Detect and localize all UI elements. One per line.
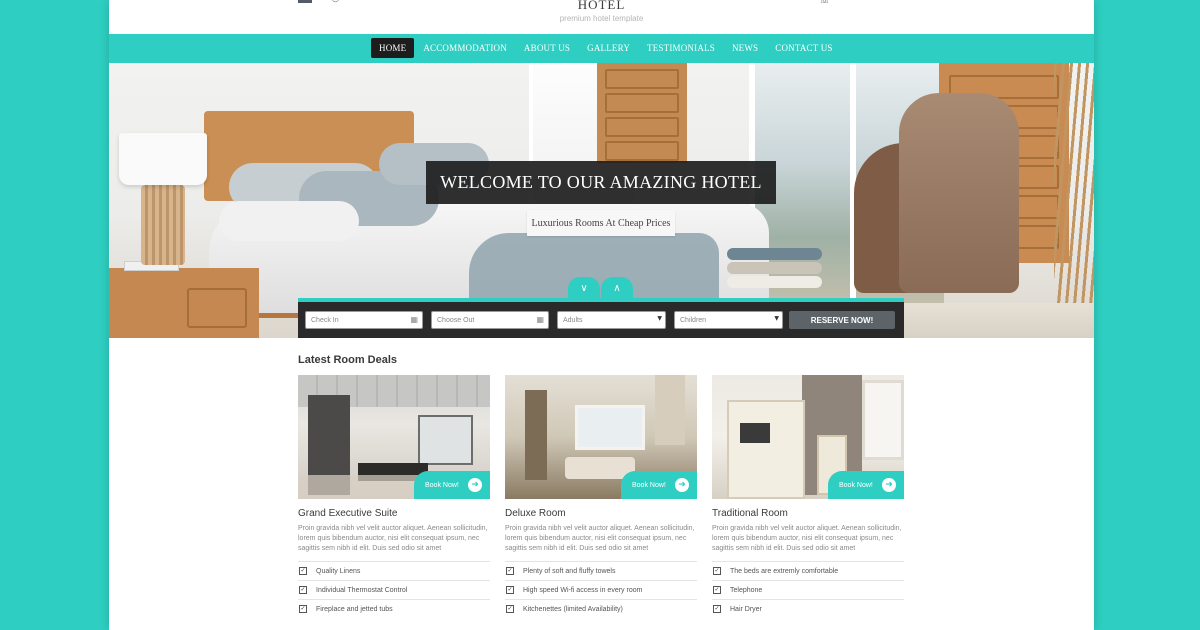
room-description: Proin gravida nibh vel velit auctor aliq… bbox=[505, 525, 695, 552]
hero-title: WELCOME TO OUR AMAZING HOTEL bbox=[426, 161, 776, 204]
room-card: Book Now! ➜ Grand Executive Suite Proin … bbox=[298, 375, 490, 618]
nav-item-home[interactable]: HOME bbox=[371, 38, 415, 58]
book-now-label: Book Now! bbox=[425, 481, 459, 489]
feature-label: Quality Linens bbox=[316, 567, 361, 575]
adults-select[interactable]: Adults ▼ bbox=[557, 311, 666, 329]
nav-item-about-us[interactable]: ABOUT US bbox=[516, 38, 578, 58]
room-card: Book Now! ➜ Traditional Room Proin gravi… bbox=[712, 375, 904, 618]
feature-label: The beds are extremly comfortable bbox=[730, 567, 839, 575]
nav-item-testimonials[interactable]: TESTIMONIALS bbox=[639, 38, 723, 58]
room-image[interactable]: Book Now! ➜ bbox=[298, 375, 490, 499]
arrow-right-icon: ➜ bbox=[468, 478, 482, 492]
hero-slider: WELCOME TO OUR AMAZING HOTEL Luxurious R… bbox=[109, 63, 1094, 338]
room-name[interactable]: Deluxe Room bbox=[505, 508, 697, 519]
calendar-icon[interactable]: ▦ bbox=[536, 315, 544, 324]
feature-item: ✓ High speed Wi-fi access in every room bbox=[505, 580, 697, 599]
feature-list: ✓ Plenty of soft and fluffy towels ✓ High … bbox=[505, 561, 697, 618]
feature-item: ✓ Quality Linens bbox=[298, 561, 490, 580]
chevron-down-icon[interactable]: ∨ bbox=[568, 277, 600, 299]
phone-icon: ☏ bbox=[819, 0, 831, 6]
feature-list: ✓ Quality Linens ✓ Individual Thermostat C… bbox=[298, 561, 490, 618]
checkbox-icon: ✓ bbox=[299, 605, 307, 613]
feature-label: Individual Thermostat Control bbox=[316, 586, 408, 594]
chevron-down-icon: ▼ bbox=[774, 315, 779, 322]
checkbox-icon: ✓ bbox=[299, 586, 307, 594]
feature-label: Fireplace and jetted tubs bbox=[316, 605, 393, 613]
room-image[interactable]: Book Now! ➜ bbox=[505, 375, 697, 499]
reserve-now-button[interactable]: RESERVE NOW! bbox=[789, 311, 895, 329]
main-nav: HOME ACCOMMODATION ABOUT US GALLERY TEST… bbox=[109, 34, 1094, 63]
feature-label: Hair Dryer bbox=[730, 605, 762, 613]
feature-label: Kitchenettes (limited Availability) bbox=[523, 605, 623, 613]
room-description: Proin gravida nibh vel velit auctor aliq… bbox=[712, 525, 902, 552]
children-select-value: Children bbox=[680, 316, 707, 324]
checkbox-icon: ✓ bbox=[506, 586, 514, 594]
nav-item-contact-us[interactable]: CONTACT US bbox=[767, 38, 840, 58]
nav-item-news[interactable]: NEWS bbox=[724, 38, 766, 58]
nav-item-gallery[interactable]: GALLERY bbox=[579, 38, 638, 58]
logo-subtitle: premium hotel template bbox=[559, 14, 644, 23]
checkbox-icon: ✓ bbox=[713, 605, 721, 613]
book-now-label: Book Now! bbox=[839, 481, 873, 489]
feature-label: Plenty of soft and fluffy towels bbox=[523, 567, 616, 575]
checkbox-icon: ✓ bbox=[506, 567, 514, 575]
booking-form: Check In ▦ Choose Out ▦ Adults ▼ Childre… bbox=[298, 298, 904, 338]
book-now-button[interactable]: Book Now! ➜ bbox=[414, 471, 490, 499]
feature-item: ✓ Fireplace and jetted tubs bbox=[298, 599, 490, 618]
check-in-field[interactable]: Check In ▦ bbox=[305, 311, 423, 329]
check-out-field[interactable]: Choose Out ▦ bbox=[431, 311, 549, 329]
feature-item: ✓ The beds are extremly comfortable bbox=[712, 561, 904, 580]
book-now-button[interactable]: Book Now! ➜ bbox=[828, 471, 904, 499]
feature-item: ✓ Telephone bbox=[712, 580, 904, 599]
checkbox-icon: ✓ bbox=[299, 567, 307, 575]
book-now-button[interactable]: Book Now! ➜ bbox=[621, 471, 697, 499]
arrow-right-icon: ➜ bbox=[882, 478, 896, 492]
check-out-placeholder: Choose Out bbox=[437, 316, 475, 324]
page: ❧ ◎ HOTEL premium hotel template ☏ HOME … bbox=[109, 0, 1094, 630]
check-in-placeholder: Check In bbox=[311, 316, 339, 324]
hero-subtitle: Luxurious Rooms At Cheap Prices bbox=[527, 210, 675, 236]
feature-label: High speed Wi-fi access in every room bbox=[523, 586, 643, 594]
feature-item: ✓ Kitchenettes (limited Availability) bbox=[505, 599, 697, 618]
room-description: Proin gravida nibh vel velit auctor aliq… bbox=[298, 525, 488, 552]
feature-item: ✓ Hair Dryer bbox=[712, 599, 904, 618]
room-name[interactable]: Traditional Room bbox=[712, 508, 904, 519]
checkbox-icon: ✓ bbox=[713, 586, 721, 594]
calendar-icon[interactable]: ▦ bbox=[410, 315, 418, 324]
children-select[interactable]: Children ▼ bbox=[674, 311, 783, 329]
room-image[interactable]: Book Now! ➜ bbox=[712, 375, 904, 499]
nav-item-accommodation[interactable]: ACCOMMODATION bbox=[415, 38, 515, 58]
feature-list: ✓ The beds are extremly comfortable ✓ Tele… bbox=[712, 561, 904, 618]
slider-controls: ∨ ∧ bbox=[568, 277, 633, 299]
feature-item: ✓ Plenty of soft and fluffy towels bbox=[505, 561, 697, 580]
room-card: Book Now! ➜ Deluxe Room Proin gravida ni… bbox=[505, 375, 697, 618]
logo-title[interactable]: HOTEL bbox=[109, 0, 1094, 13]
chevron-up-icon[interactable]: ∧ bbox=[601, 277, 633, 299]
room-name[interactable]: Grand Executive Suite bbox=[298, 508, 490, 519]
section-title: Latest Room Deals bbox=[298, 354, 398, 366]
adults-select-value: Adults bbox=[563, 316, 583, 324]
checkbox-icon: ✓ bbox=[713, 567, 721, 575]
arrow-right-icon: ➜ bbox=[675, 478, 689, 492]
header: ❧ ◎ HOTEL premium hotel template ☏ bbox=[109, 0, 1094, 34]
chevron-down-icon: ▼ bbox=[657, 315, 662, 322]
checkbox-icon: ✓ bbox=[506, 605, 514, 613]
feature-label: Telephone bbox=[730, 586, 763, 594]
feature-item: ✓ Individual Thermostat Control bbox=[298, 580, 490, 599]
book-now-label: Book Now! bbox=[632, 481, 666, 489]
